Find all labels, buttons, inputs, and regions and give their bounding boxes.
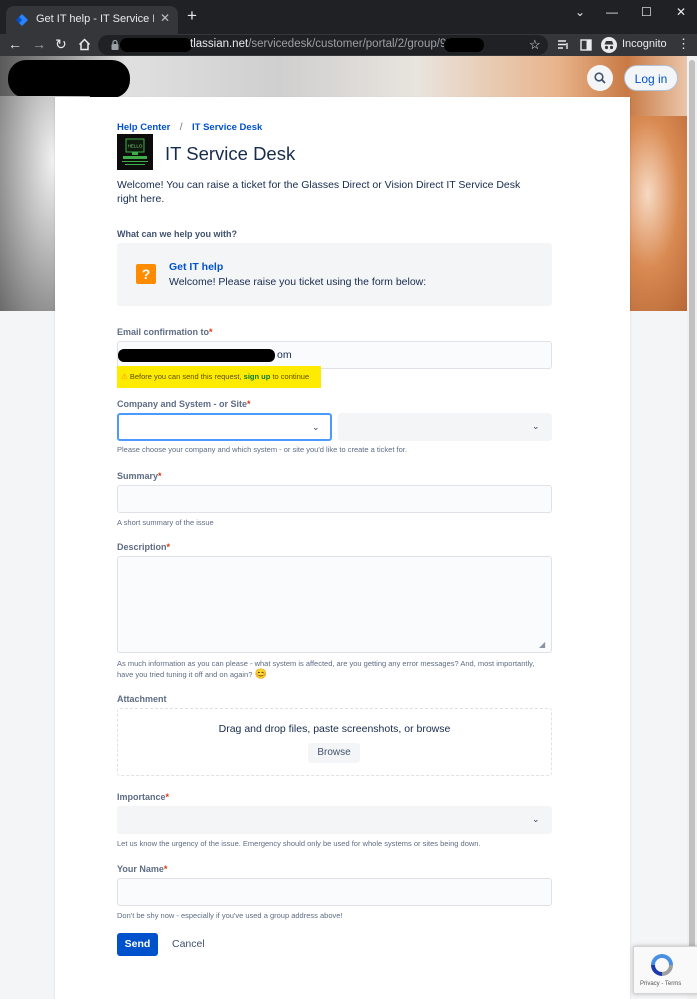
importance-select[interactable]: ⌄ bbox=[117, 806, 552, 834]
home-icon[interactable] bbox=[78, 38, 91, 51]
your-name-label-text: Your Name bbox=[117, 864, 164, 874]
scrollbar-thumb[interactable] bbox=[689, 60, 695, 990]
smile-emoji-icon: 😊 bbox=[254, 669, 267, 680]
cancel-button[interactable]: Cancel bbox=[172, 933, 205, 956]
page-title: IT Service Desk bbox=[165, 143, 296, 164]
attachment-label: Attachment bbox=[117, 694, 167, 704]
incognito-icon bbox=[601, 37, 617, 53]
chevron-down-icon: ⌄ bbox=[532, 814, 540, 824]
required-marker: * bbox=[158, 471, 162, 481]
back-icon[interactable]: ← bbox=[8, 37, 22, 51]
search-button[interactable] bbox=[587, 65, 613, 91]
redacted-url-end bbox=[444, 38, 484, 52]
request-form-card: Help Center / IT Service Desk HELLO IT S… bbox=[55, 97, 630, 999]
maximize-icon[interactable]: ☐ bbox=[641, 5, 652, 19]
description-label-text: Description bbox=[117, 542, 167, 552]
reload-icon[interactable]: ↻ bbox=[55, 37, 67, 51]
required-marker: * bbox=[163, 864, 168, 874]
tab-title: Get IT help - IT Service Desk - Jira bbox=[36, 13, 154, 25]
tab-close-icon[interactable]: ✕ bbox=[160, 11, 170, 25]
breadcrumb-separator: / bbox=[179, 122, 183, 133]
signup-warning-suffix: to continue bbox=[272, 372, 310, 381]
recaptcha-links[interactable]: Privacy - Terms bbox=[640, 981, 681, 987]
request-type-title[interactable]: Get IT help bbox=[169, 261, 223, 273]
dropzone-text: Drag and drop files, paste screenshots, … bbox=[218, 723, 451, 735]
description-helper-text: As much information as you can please - … bbox=[117, 659, 535, 679]
browse-button[interactable]: Browse bbox=[308, 743, 360, 763]
browser-menu-icon[interactable]: ⋮ bbox=[677, 36, 690, 52]
media-queue-icon[interactable] bbox=[557, 39, 570, 51]
tab-search-icon[interactable]: ⌄ bbox=[575, 5, 585, 19]
company-label: Company and System - or Site* bbox=[117, 399, 251, 409]
description-label: Description* bbox=[117, 542, 170, 552]
search-icon bbox=[594, 72, 606, 84]
signup-warning: ⚠ Before you can send this request, sign… bbox=[121, 372, 309, 381]
redacted-logo-area bbox=[8, 60, 130, 98]
breadcrumb-it-service-desk[interactable]: IT Service Desk bbox=[192, 122, 262, 133]
required-marker: * bbox=[166, 542, 171, 552]
summary-input[interactable] bbox=[117, 485, 552, 513]
portal-logo-image: HELLO bbox=[122, 138, 148, 165]
required-marker: * bbox=[247, 399, 251, 409]
email-label-text: Email confirmation to bbox=[117, 327, 210, 337]
resize-handle-icon[interactable]: ◢ bbox=[539, 640, 545, 649]
chevron-down-icon: ⌄ bbox=[532, 421, 540, 431]
login-button[interactable]: Log in bbox=[624, 65, 678, 91]
description-helper: As much information as you can please - … bbox=[117, 658, 552, 680]
your-name-input[interactable] bbox=[117, 878, 552, 906]
description-textarea[interactable]: ◢ bbox=[117, 556, 552, 653]
company-helper-text: Please choose your company and which sys… bbox=[117, 445, 407, 454]
required-marker: * bbox=[165, 792, 170, 802]
portal-logo-text: HELLO bbox=[128, 144, 143, 149]
recaptcha-badge[interactable]: Privacy - Terms bbox=[633, 946, 697, 994]
recaptcha-icon bbox=[651, 954, 673, 976]
close-window-icon[interactable]: ✕ bbox=[676, 5, 686, 19]
redacted-url-part bbox=[120, 38, 192, 52]
breadcrumb: Help Center / IT Service Desk bbox=[117, 117, 262, 135]
new-tab-button[interactable]: + bbox=[187, 7, 197, 24]
bookmark-star-icon[interactable]: ☆ bbox=[529, 37, 541, 53]
sign-up-link[interactable]: sign up bbox=[244, 372, 271, 381]
email-field-value: om bbox=[277, 349, 292, 361]
request-type-card[interactable] bbox=[117, 243, 552, 306]
summary-helper-text: A short summary of the issue bbox=[117, 518, 214, 527]
required-marker: * bbox=[209, 327, 213, 337]
importance-helper-text: Let us know the urgency of the issue. Em… bbox=[117, 839, 481, 848]
warning-icon: ⚠ bbox=[121, 372, 128, 381]
chevron-down-icon: ⌄ bbox=[312, 422, 320, 432]
browser-toolbar: ← → ↻ tlassian.net/servicedesk/customer/… bbox=[0, 34, 697, 56]
request-type-icon: ? bbox=[136, 264, 156, 284]
url-text: tlassian.net/servicedesk/customer/portal… bbox=[190, 38, 482, 50]
signup-warning-prefix: Before you can send this request, bbox=[129, 372, 242, 381]
portal-welcome-text: Welcome! You can raise a ticket for the … bbox=[117, 179, 521, 205]
incognito-indicator[interactable]: Incognito bbox=[600, 36, 668, 54]
importance-label-text: Importance bbox=[117, 792, 166, 802]
email-label: Email confirmation to* bbox=[117, 327, 213, 337]
side-panel-icon[interactable] bbox=[580, 39, 592, 51]
forward-icon[interactable]: → bbox=[32, 37, 46, 51]
summary-label-text: Summary bbox=[117, 471, 159, 481]
portal-logo: HELLO bbox=[117, 134, 153, 170]
url-host: tlassian.net bbox=[190, 38, 249, 50]
redacted-email bbox=[118, 349, 275, 362]
importance-label: Importance* bbox=[117, 792, 169, 802]
breadcrumb-help-center[interactable]: Help Center bbox=[117, 122, 170, 133]
attachment-dropzone[interactable] bbox=[117, 708, 552, 776]
send-button[interactable]: Send bbox=[117, 933, 158, 956]
incognito-label: Incognito bbox=[622, 38, 667, 50]
summary-label: Summary* bbox=[117, 471, 162, 481]
request-type-description: Welcome! Please raise you ticket using t… bbox=[169, 276, 427, 288]
your-name-helper-text: Don't be shy now - especially if you've … bbox=[117, 911, 343, 920]
system-select[interactable]: ⌄ bbox=[338, 413, 552, 441]
minimize-icon[interactable]: — bbox=[606, 5, 618, 19]
request-type-heading: What can we help you with? bbox=[117, 229, 238, 239]
address-bar[interactable]: tlassian.net/servicedesk/customer/portal… bbox=[98, 35, 548, 55]
browser-tab[interactable]: Get IT help - IT Service Desk - Jira ✕ bbox=[6, 6, 178, 34]
jira-favicon-icon bbox=[16, 14, 28, 26]
your-name-label: Your Name* bbox=[117, 864, 167, 874]
company-label-text: Company and System - or Site bbox=[117, 399, 248, 409]
browser-tab-bar: Get IT help - IT Service Desk - Jira ✕ +… bbox=[0, 0, 697, 34]
email-field[interactable]: om bbox=[117, 341, 552, 369]
company-select[interactable]: ⌄ bbox=[117, 413, 332, 441]
